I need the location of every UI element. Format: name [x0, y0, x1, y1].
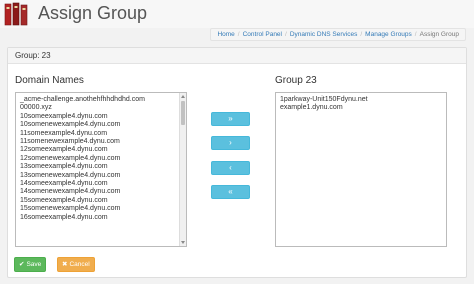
breadcrumb-assign-group: Assign Group	[419, 31, 459, 38]
list-item[interactable]: 10someexample4.dynu.com	[16, 113, 186, 121]
domain-names-label: Domain Names	[15, 75, 84, 86]
breadcrumb-manage-groups[interactable]: Manage Groups	[365, 31, 412, 38]
list-item[interactable]: 14someexample4.dynu.com	[16, 180, 186, 188]
list-item[interactable]: 14somenewexample4.dynu.com	[16, 188, 186, 196]
breadcrumb-separator: /	[414, 31, 417, 38]
domain-names-listbox[interactable]: _acme-challenge.anothehfhhdhdhd.com 0000…	[15, 92, 187, 247]
list-item[interactable]: 11somenewexample4.dynu.com	[16, 138, 186, 146]
domain-names-items: _acme-challenge.anothehfhhdhdhd.com 0000…	[16, 93, 186, 222]
scroll-down-icon[interactable]	[181, 241, 185, 244]
scroll-up-icon[interactable]	[181, 95, 185, 98]
cancel-button[interactable]: ✖ Cancel	[57, 257, 95, 272]
panel-heading: Group: 23	[8, 48, 466, 64]
group-label: Group 23	[275, 75, 317, 86]
breadcrumb-home[interactable]: Home	[217, 31, 234, 38]
save-label: Save	[26, 261, 42, 268]
assign-group-panel: Group: 23 Domain Names _acme-challenge.a…	[7, 47, 467, 278]
list-item[interactable]: 12somenewexample4.dynu.com	[16, 155, 186, 163]
page-header: Assign Group	[0, 0, 474, 28]
double-chevron-right-icon: »	[228, 114, 233, 123]
close-icon: ✖	[62, 261, 68, 268]
list-item[interactable]: 13somenewexample4.dynu.com	[16, 172, 186, 180]
list-item[interactable]: 1parkway-Unit150Fdynu.net	[276, 96, 446, 104]
chevron-right-icon: ›	[229, 138, 232, 147]
remove-all-button[interactable]: «	[211, 185, 250, 199]
cancel-label: Cancel	[69, 261, 90, 268]
breadcrumb-dynamic-dns-services[interactable]: Dynamic DNS Services	[290, 31, 358, 38]
check-icon: ✔	[19, 261, 25, 268]
breadcrumb-separator: /	[285, 31, 287, 38]
remove-selected-button[interactable]: ‹	[211, 161, 250, 175]
add-selected-button[interactable]: ›	[211, 136, 250, 150]
list-item[interactable]: 12someexample4.dynu.com	[16, 146, 186, 154]
list-item[interactable]: 10somenewexample4.dynu.com	[16, 121, 186, 129]
list-item[interactable]: 15someexample4.dynu.com	[16, 197, 186, 205]
list-item[interactable]: 16someexample4.dynu.com	[16, 214, 186, 222]
add-all-button[interactable]: »	[211, 112, 250, 126]
page-title: Assign Group	[38, 3, 148, 23]
list-item[interactable]: _acme-challenge.anothehfhhdhdhd.com	[16, 96, 186, 104]
list-item[interactable]: 15somenewexample4.dynu.com	[16, 205, 186, 213]
breadcrumb-separator: /	[360, 31, 363, 38]
books-icon	[4, 2, 28, 26]
group-items: 1parkway-Unit150Fdynu.net example1.dynu.…	[276, 93, 446, 113]
domain-names-scrollbar[interactable]	[179, 93, 186, 246]
breadcrumb: Home / Control Panel / Dynamic DNS Services /…	[210, 28, 466, 41]
chevron-left-icon: ‹	[229, 163, 232, 172]
list-item[interactable]: 13someexample4.dynu.com	[16, 163, 186, 171]
breadcrumb-control-panel[interactable]: Control Panel	[243, 31, 282, 38]
breadcrumb-separator: /	[237, 31, 240, 38]
list-item[interactable]: example1.dynu.com	[276, 104, 446, 112]
double-chevron-left-icon: «	[228, 187, 233, 196]
save-button[interactable]: ✔ Save	[14, 257, 47, 272]
list-item[interactable]: 00000.xyz	[16, 104, 186, 112]
group-listbox[interactable]: 1parkway-Unit150Fdynu.net example1.dynu.…	[275, 92, 447, 247]
scroll-thumb[interactable]	[181, 101, 185, 125]
list-item[interactable]: 11someexample4.dynu.com	[16, 130, 186, 138]
